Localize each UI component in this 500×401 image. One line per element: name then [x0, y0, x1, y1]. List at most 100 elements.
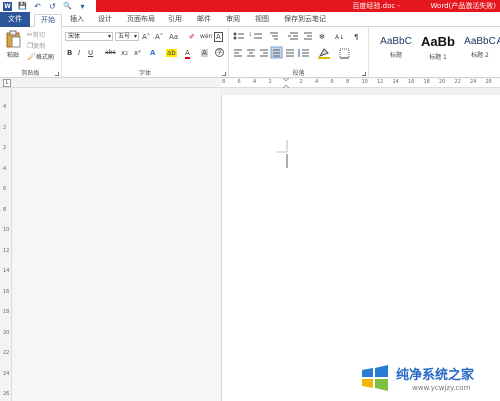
print-preview-icon[interactable]: 🔍 — [63, 2, 72, 11]
ribbon-tabs: 文件 开始 插入 设计 页面布局 引用 邮件 审阅 视图 保存到云笔记 — [0, 12, 500, 27]
tab-selector[interactable]: L — [3, 79, 11, 87]
font-launcher-icon[interactable] — [222, 72, 226, 76]
document-page[interactable] — [221, 95, 500, 401]
text-effects-button[interactable]: A — [150, 49, 155, 57]
phonetic-guide-button[interactable]: wén — [200, 33, 212, 41]
undo-icon[interactable]: ↶ — [33, 2, 42, 11]
shading-icon — [318, 48, 330, 59]
italic-button[interactable]: I — [78, 49, 80, 57]
style-heading-2-name: 标题 2 — [471, 52, 489, 59]
ruler-number: 8 — [222, 79, 226, 85]
cut-button[interactable]: ✂剪切 — [27, 31, 45, 40]
tab-review[interactable]: 审阅 — [226, 14, 240, 27]
ruler-number: 2 — [268, 79, 272, 85]
show-marks-icon: ¶ — [354, 33, 358, 41]
ruler-number: 2 — [299, 79, 303, 85]
change-case-button[interactable]: Aa — [169, 33, 178, 41]
format-painter-button[interactable]: 🖌格式刷 — [27, 53, 54, 62]
site-watermark: 纯净系统之家 www.ycwjzy.com — [360, 358, 498, 398]
font-name-dropdown[interactable]: 宋体 — [65, 32, 113, 41]
character-shading-button[interactable]: A — [201, 49, 208, 57]
word-app-icon: W — [3, 1, 12, 11]
indent-marker-icon[interactable] — [283, 78, 289, 88]
sort-icon: A↓ — [335, 34, 344, 41]
shrink-font-button[interactable]: A˅ — [155, 33, 163, 41]
ruler-number: 16 — [408, 79, 415, 85]
format-painter-label: 格式刷 — [35, 54, 54, 61]
brush-icon: 🖌 — [27, 53, 36, 61]
font-color-button[interactable]: A — [185, 49, 190, 59]
vertical-ruler-number: 10 — [3, 227, 10, 233]
vertical-ruler-number: 24 — [3, 370, 10, 377]
paste-label: 粘贴 — [6, 52, 19, 59]
save-icon[interactable]: 💾 — [18, 2, 27, 11]
ruler-number: 14 — [392, 79, 399, 85]
borders-icon — [339, 48, 350, 59]
tab-design[interactable]: 设计 — [98, 14, 112, 27]
svg-text:✻: ✻ — [319, 33, 325, 41]
vertical-ruler-number: 26 — [3, 391, 10, 397]
vertical-ruler-number: 4 — [3, 165, 7, 172]
grow-font-button[interactable]: A˄ — [142, 33, 150, 41]
bold-button[interactable]: B — [67, 49, 72, 57]
tab-references[interactable]: 引用 — [168, 14, 182, 27]
ribbon: 粘贴 ✂剪切 ❐复制 🖌格式刷 剪贴板 宋体 五号 A˄ A˅ Aa ✐ wén… — [0, 27, 500, 78]
clear-formatting-button[interactable]: ✐ — [189, 33, 195, 41]
tab-insert[interactable]: 插入 — [70, 14, 84, 27]
style-next[interactable]: A — [496, 34, 500, 64]
ruler-number: 4 — [315, 79, 319, 85]
ruler-number: 10 — [361, 79, 368, 85]
vertical-ruler-number: 4 — [3, 104, 7, 110]
decrease-indent-icon — [288, 32, 298, 40]
ruler-number: 24 — [470, 79, 477, 85]
vertical-ruler-number: 16 — [3, 288, 10, 295]
ruler-number: 18 — [423, 79, 430, 85]
clipboard-launcher-icon[interactable] — [55, 72, 59, 76]
tab-file[interactable]: 文件 — [0, 12, 30, 27]
highlight-color-button[interactable]: ab — [166, 49, 177, 57]
subscript-button[interactable]: x₂ — [121, 49, 128, 57]
style-title-preview: AaBbC — [380, 36, 412, 47]
customize-qat-icon[interactable]: ▾ — [78, 2, 87, 11]
tab-page-layout[interactable]: 页面布局 — [127, 14, 155, 27]
tab-view[interactable]: 视图 — [255, 14, 269, 27]
paragraph-tools[interactable]: 1 ✻ A↓ ¶ — [232, 31, 366, 61]
vertical-ruler[interactable]: 4 2 2 4 6 8 10 12 14 16 18 20 22 24 26 — [0, 88, 12, 401]
style-heading-1-preview: AaBb — [421, 34, 455, 49]
app-title: Word(产品激活失败) — [430, 2, 496, 10]
redo-icon[interactable]: ↺ — [48, 2, 57, 11]
style-title-name: 标题 — [389, 52, 402, 59]
horizontal-ruler[interactable]: L 8642246810121416182022242628 — [0, 78, 500, 88]
character-border-button[interactable]: A — [214, 32, 223, 42]
tab-save-to-cloud-notes[interactable]: 保存到云笔记 — [284, 14, 326, 27]
strikethrough-button[interactable]: abc — [105, 49, 116, 57]
paragraph-group: 1 ✻ A↓ ¶ 段落 — [229, 27, 369, 78]
vertical-ruler-number: 2 — [3, 145, 7, 151]
tab-home[interactable]: 开始 — [34, 14, 62, 27]
clipboard-group-label: 剪贴板 — [21, 70, 40, 77]
tab-mailings[interactable]: 邮件 — [197, 14, 211, 27]
clipboard-group: 粘贴 ✂剪切 ❐复制 🖌格式刷 剪贴板 — [0, 27, 62, 78]
underline-button[interactable]: U — [88, 49, 93, 57]
vertical-ruler-number: 12 — [3, 247, 10, 254]
style-heading-2[interactable]: AaBbC 标题 2 — [458, 34, 500, 64]
paragraph-group-label: 段落 — [292, 70, 305, 77]
style-title[interactable]: AaBbC 标题 — [374, 34, 418, 64]
paste-button[interactable]: 粘贴 — [3, 30, 23, 66]
navigation-pane — [12, 88, 220, 401]
enclose-characters-button[interactable]: 字 — [215, 48, 224, 57]
font-group: 宋体 五号 A˄ A˅ Aa ✐ wén A B I U abc x₂ x² A… — [62, 27, 229, 78]
ruler-number: 26 — [485, 79, 492, 85]
superscript-button[interactable]: x² — [134, 49, 141, 57]
bullets-icon — [233, 32, 244, 40]
margin-corner-mark — [276, 140, 288, 168]
style-heading-1-name: 标题 1 — [429, 54, 447, 61]
vertical-ruler-number: 22 — [3, 350, 10, 356]
style-heading-1[interactable]: AaBb 标题 1 — [416, 34, 460, 64]
copy-button[interactable]: ❐复制 — [27, 42, 45, 51]
paragraph-launcher-icon[interactable] — [362, 72, 366, 76]
font-size-dropdown[interactable]: 五号 — [115, 32, 139, 41]
numbering-icon: 1 — [249, 32, 262, 39]
ruler-number: 4 — [253, 79, 257, 85]
vertical-ruler-number: 18 — [3, 309, 10, 315]
